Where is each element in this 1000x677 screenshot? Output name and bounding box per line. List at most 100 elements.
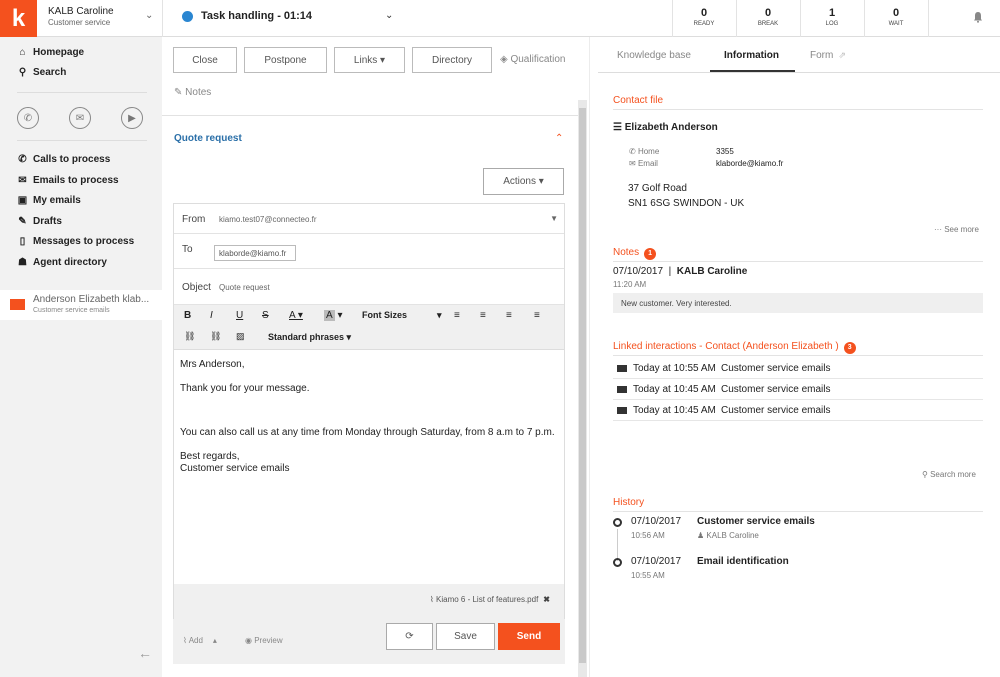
- sidebar-item-homepage[interactable]: ⌂ Homepage: [17, 47, 84, 58]
- from-value[interactable]: kiamo.test07@connecteo.fr: [219, 215, 317, 224]
- sidebar-item-my-emails[interactable]: ▣ My emails: [17, 195, 81, 206]
- kiamo-logo: k: [0, 0, 37, 37]
- email-label-text: Email: [637, 159, 658, 168]
- scroll-thumb[interactable]: [579, 108, 586, 663]
- notes-count-badge: 1: [644, 248, 657, 260]
- sidebar-item-agent-directory[interactable]: ☗ Agent directory: [17, 257, 107, 268]
- stat-break[interactable]: 0 BREAK: [738, 7, 798, 27]
- inbox-icon: ▣: [17, 195, 28, 206]
- links-button[interactable]: Links ▾: [334, 47, 405, 73]
- align-left-icon[interactable]: ≡: [454, 310, 460, 321]
- video-icon[interactable]: ▶: [121, 107, 143, 129]
- editor-toolbar: B I U S A ▾ A ▾ Font Sizes ▾ ≡ ≡ ≡ ≡ ⛓ ⛓ …: [174, 305, 564, 350]
- sidebar-item-search[interactable]: ⚲ Search: [17, 67, 67, 78]
- to-field[interactable]: klaborde@kiamo.fr: [214, 245, 296, 261]
- history-title-item[interactable]: Customer service emails: [697, 516, 815, 527]
- stat-value: 0: [764, 7, 772, 19]
- add-attachment-link[interactable]: ⌇ Add ▴: [183, 636, 217, 645]
- arrow-left-icon[interactable]: ←: [138, 645, 152, 661]
- email-body-editor[interactable]: Mrs Anderson, Thank you for your message…: [180, 359, 560, 475]
- active-tab-indicator: [710, 70, 795, 72]
- attachment-item[interactable]: ⌇ Kiamo 6 - List of features.pdf ✖: [430, 595, 550, 604]
- divider: [736, 0, 737, 37]
- sidebar-item-label: Homepage: [33, 47, 85, 58]
- bell-icon[interactable]: [972, 11, 984, 23]
- notes-label: Notes: [185, 87, 212, 98]
- sidebar-item-emails[interactable]: ✉ Emails to process: [17, 175, 118, 186]
- font-color-icon[interactable]: A ▾: [289, 310, 303, 321]
- italic-icon[interactable]: I: [210, 310, 213, 321]
- sidebar-item-calls[interactable]: ✆ Calls to process: [17, 154, 110, 165]
- sidebar: ⌂ Homepage ⚲ Search ✆ ✉ ▶ ✆ Calls to proces…: [0, 37, 162, 677]
- notes-link[interactable]: ✎ Notes: [174, 87, 211, 98]
- sidebar-item-drafts[interactable]: ✎ Drafts: [17, 216, 62, 227]
- close-icon[interactable]: ✖: [543, 595, 550, 604]
- object-field[interactable]: Quote request: [219, 283, 270, 292]
- stat-ready[interactable]: 0 READY: [674, 7, 734, 27]
- align-right-icon[interactable]: ≡: [506, 310, 512, 321]
- refresh-button[interactable]: ⟳: [386, 623, 433, 650]
- image-icon[interactable]: ▨: [236, 331, 245, 342]
- quote-request-title[interactable]: Quote request: [174, 133, 242, 144]
- unlink-icon[interactable]: ⛓: [210, 331, 221, 342]
- stat-log[interactable]: 1 LOG: [802, 7, 862, 27]
- sidebar-item-messages[interactable]: ▯ Messages to process: [17, 236, 134, 247]
- stat-wait[interactable]: 0 WAIT: [866, 7, 926, 27]
- bold-icon[interactable]: B: [184, 310, 191, 321]
- align-center-icon[interactable]: ≡: [480, 310, 486, 321]
- chevron-up-icon[interactable]: ⌃: [555, 133, 563, 144]
- tab-form[interactable]: Form ⇗: [810, 50, 846, 61]
- home-phone-value: 3355: [716, 147, 734, 156]
- standard-phrases-dropdown[interactable]: Standard phrases ▾: [268, 332, 351, 343]
- postpone-button[interactable]: Postpone: [244, 47, 327, 73]
- home-phone-label: ✆ Home: [629, 147, 659, 156]
- search-more-link[interactable]: ⚲ Search more: [922, 470, 976, 479]
- tab-information[interactable]: Information: [724, 50, 779, 61]
- align-justify-icon[interactable]: ≡: [534, 310, 540, 321]
- scrollbar[interactable]: [578, 100, 587, 677]
- underline-icon[interactable]: U: [236, 310, 243, 321]
- close-button[interactable]: Close: [173, 47, 237, 73]
- list-item[interactable]: Today at 10:45 AM Customer service emails: [613, 400, 983, 421]
- highlight-icon[interactable]: A ▾: [324, 310, 342, 321]
- preview-link[interactable]: ◉ Preview: [245, 636, 283, 645]
- search-more-label: Search more: [930, 470, 976, 479]
- interaction-date: Today at 10:45 AM: [633, 405, 716, 416]
- strikethrough-icon[interactable]: S: [262, 310, 269, 321]
- link-icon[interactable]: ⛓: [184, 331, 195, 342]
- home-label: Home: [637, 147, 660, 156]
- caret-down-icon[interactable]: ▼: [550, 214, 558, 223]
- linked-interactions-title: Linked interactions - Contact (Anderson …: [613, 341, 856, 354]
- actions-button[interactable]: Actions ▾: [483, 168, 564, 195]
- see-more-link[interactable]: ··· See more: [934, 225, 979, 234]
- chevron-down-icon[interactable]: ⌄: [385, 10, 393, 21]
- panel-splitter[interactable]: [589, 37, 590, 677]
- active-task-item[interactable]: Anderson Elizabeth klab... Customer serv…: [0, 290, 162, 320]
- tab-knowledge-base[interactable]: Knowledge base: [617, 50, 691, 61]
- note-header: 07/10/2017 | KALB Caroline: [613, 266, 748, 277]
- list-item[interactable]: Today at 10:45 AM Customer service emails: [613, 379, 983, 400]
- envelope-icon: [617, 407, 627, 414]
- history-title: History: [613, 497, 645, 508]
- stat-label: WAIT: [888, 21, 904, 27]
- caret-down-icon: ▾: [437, 310, 442, 320]
- agent-selector[interactable]: KALB Caroline Customer service: [48, 6, 114, 27]
- history-title-item[interactable]: Email identification: [697, 556, 789, 567]
- send-button[interactable]: Send: [498, 623, 560, 650]
- directory-button[interactable]: Directory: [412, 47, 492, 73]
- list-item[interactable]: Today at 10:55 AM Customer service emails: [613, 358, 983, 379]
- chevron-down-icon[interactable]: ⌄: [145, 10, 153, 21]
- save-button[interactable]: Save: [436, 623, 495, 650]
- phone-icon[interactable]: ✆: [17, 107, 39, 129]
- envelope-icon[interactable]: ✉: [69, 107, 91, 129]
- body-line: Thank you for your message.: [180, 383, 310, 394]
- contact-name[interactable]: ☰ Elizabeth Anderson: [613, 122, 718, 133]
- from-row[interactable]: From kiamo.test07@connecteo.fr ▼: [174, 204, 564, 234]
- qualification-link[interactable]: ◈ Qualification: [500, 54, 566, 65]
- font-sizes-dropdown[interactable]: Font Sizes ▾: [362, 310, 442, 321]
- sidebar-item-label: Messages to process: [33, 236, 135, 247]
- envelope-icon: [617, 386, 627, 393]
- qualification-label: Qualification: [510, 54, 566, 65]
- search-icon: ⚲: [18, 67, 27, 78]
- task-title[interactable]: Task handling - 01:14: [201, 10, 312, 22]
